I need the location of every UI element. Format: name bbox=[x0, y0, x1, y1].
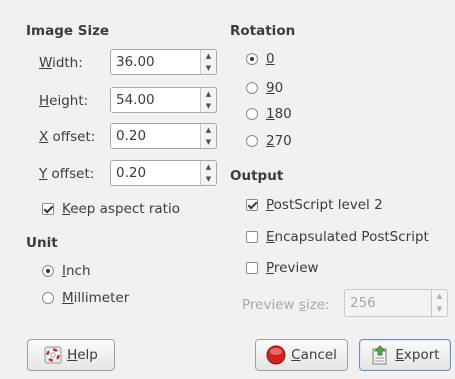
y-offset-value[interactable]: 0.20 bbox=[111, 161, 200, 185]
help-button[interactable]: Help bbox=[27, 339, 115, 371]
width-value[interactable]: 36.00 bbox=[111, 50, 200, 74]
rotation-90-label: 90 bbox=[266, 80, 284, 96]
preview-checkbox[interactable]: Preview bbox=[246, 260, 319, 276]
unit-option-millimeter[interactable]: Millimeter bbox=[42, 290, 129, 306]
height-decrement-arrow-icon[interactable]: ▼ bbox=[201, 100, 216, 112]
width-spinbutton[interactable]: 36.00 ▲ ▼ bbox=[110, 49, 217, 75]
export-button[interactable]: Export bbox=[359, 339, 451, 371]
rotation-option-0[interactable]: 0 bbox=[246, 51, 275, 67]
cancel-button[interactable]: Cancel bbox=[255, 339, 348, 371]
encapsulated-postscript-checkbox[interactable]: Encapsulated PostScript bbox=[246, 229, 429, 245]
height-spinbutton[interactable]: 54.00 ▲ ▼ bbox=[110, 87, 217, 113]
preview-size-label: Preview size: bbox=[242, 297, 330, 313]
help-lifebuoy-icon bbox=[44, 346, 62, 364]
unit-millimeter-radio[interactable] bbox=[42, 292, 54, 304]
encapsulated-postscript-label: Encapsulated PostScript bbox=[266, 229, 429, 245]
unit-heading: Unit bbox=[26, 235, 58, 251]
preview-checkbox-box[interactable] bbox=[246, 262, 258, 274]
y-offset-label: Y offset: bbox=[39, 166, 95, 182]
rotation-option-180[interactable]: 180 bbox=[246, 106, 292, 122]
rotation-option-90[interactable]: 90 bbox=[246, 80, 283, 96]
x-offset-increment-arrow-icon[interactable]: ▲ bbox=[201, 124, 216, 136]
unit-option-inch[interactable]: Inch bbox=[42, 263, 91, 279]
height-value[interactable]: 54.00 bbox=[111, 88, 200, 112]
width-increment-arrow-icon[interactable]: ▲ bbox=[201, 50, 216, 62]
rotation-90-radio[interactable] bbox=[246, 82, 258, 94]
x-offset-label: X offset: bbox=[39, 129, 96, 145]
y-offset-spinbutton[interactable]: 0.20 ▲ ▼ bbox=[110, 160, 217, 186]
encapsulated-postscript-checkbox-box[interactable] bbox=[246, 231, 258, 243]
keep-aspect-ratio-checkbox-box[interactable] bbox=[42, 203, 54, 215]
preview-size-increment-arrow-icon[interactable]: ▲ bbox=[432, 290, 447, 303]
preview-size-decrement-arrow-icon[interactable]: ▼ bbox=[432, 303, 447, 316]
x-offset-spinbutton[interactable]: 0.20 ▲ ▼ bbox=[110, 123, 217, 149]
x-offset-decrement-arrow-icon[interactable]: ▼ bbox=[201, 136, 216, 148]
unit-millimeter-label: Millimeter bbox=[62, 290, 130, 306]
unit-inch-label: Inch bbox=[62, 263, 91, 279]
image-size-heading: Image Size bbox=[26, 23, 110, 39]
preview-size-value[interactable]: 256 bbox=[345, 290, 431, 316]
rotation-180-label: 180 bbox=[266, 106, 292, 122]
height-label: Height: bbox=[39, 93, 89, 109]
rotation-0-label: 0 bbox=[266, 51, 275, 67]
cancel-button-label: Cancel bbox=[291, 347, 337, 363]
export-button-label: Export bbox=[395, 347, 440, 363]
help-button-label: Help bbox=[67, 347, 98, 363]
keep-aspect-ratio-label: Keep aspect ratio bbox=[62, 201, 180, 217]
y-offset-decrement-arrow-icon[interactable]: ▼ bbox=[201, 173, 216, 185]
height-increment-arrow-icon[interactable]: ▲ bbox=[201, 88, 216, 100]
postscript-level2-checkbox[interactable]: PostScript level 2 bbox=[246, 197, 383, 213]
rotation-heading: Rotation bbox=[230, 23, 296, 39]
preview-size-spinbutton[interactable]: 256 ▲ ▼ bbox=[344, 289, 448, 317]
preview-label: Preview bbox=[266, 260, 319, 276]
width-decrement-arrow-icon[interactable]: ▼ bbox=[201, 62, 216, 74]
rotation-270-label: 270 bbox=[266, 133, 292, 149]
rotation-option-270[interactable]: 270 bbox=[246, 133, 292, 149]
rotation-180-radio[interactable] bbox=[246, 108, 258, 120]
export-document-icon bbox=[372, 345, 387, 365]
y-offset-increment-arrow-icon[interactable]: ▲ bbox=[201, 161, 216, 173]
unit-inch-radio[interactable] bbox=[42, 265, 54, 277]
rotation-270-radio[interactable] bbox=[246, 135, 258, 147]
keep-aspect-ratio-checkbox[interactable]: Keep aspect ratio bbox=[42, 201, 180, 217]
postscript-level2-label: PostScript level 2 bbox=[266, 197, 383, 213]
x-offset-value[interactable]: 0.20 bbox=[111, 124, 200, 148]
width-label: Width: bbox=[39, 55, 83, 71]
postscript-level2-checkbox-box[interactable] bbox=[246, 199, 258, 211]
cancel-red-circle-icon bbox=[266, 345, 286, 365]
output-heading: Output bbox=[230, 168, 284, 184]
rotation-0-radio[interactable] bbox=[246, 53, 258, 65]
